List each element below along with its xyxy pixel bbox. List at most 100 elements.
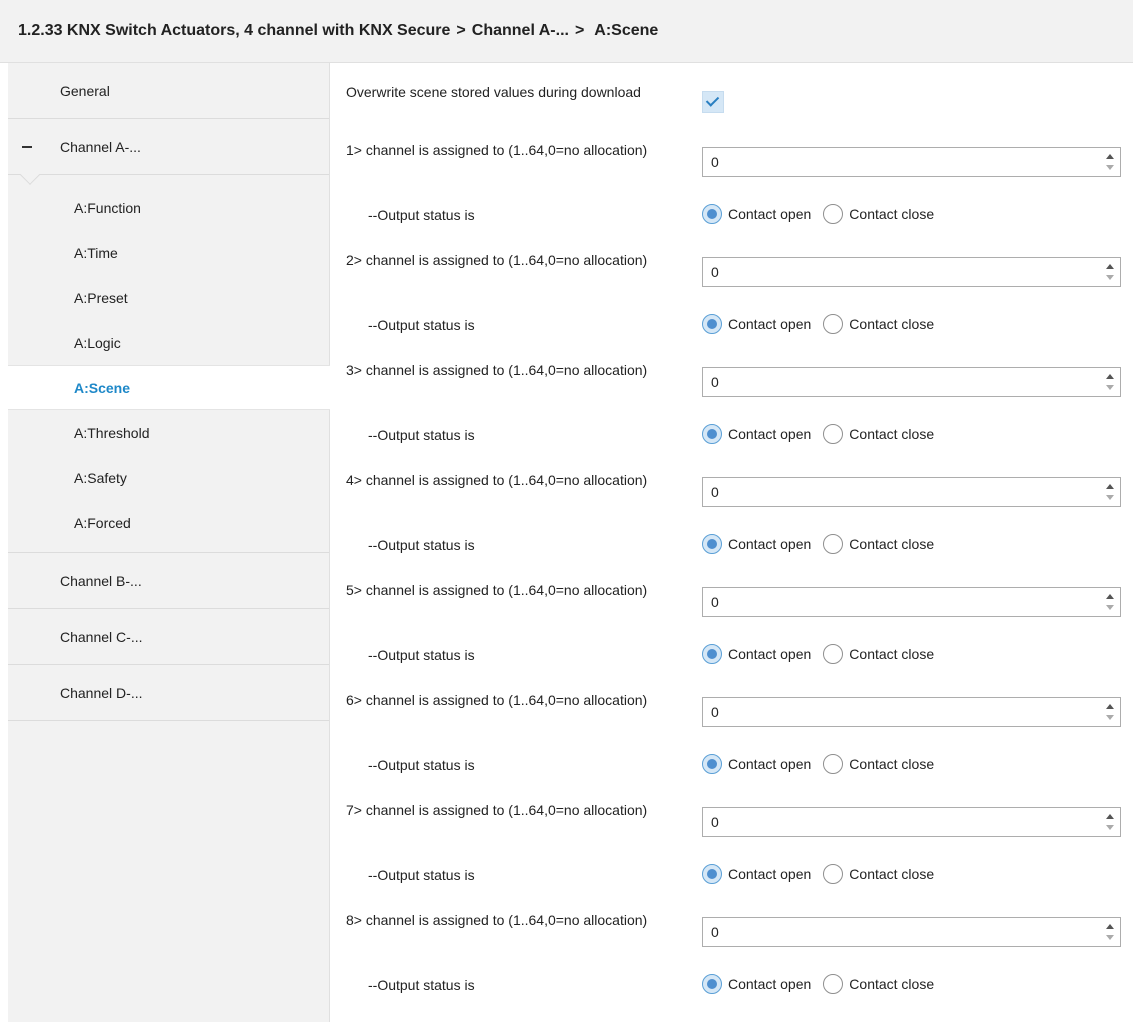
radio-button-icon[interactable] xyxy=(702,314,722,334)
scene-number-spinbox[interactable] xyxy=(702,917,1121,947)
radio-option-contact-close[interactable]: Contact close xyxy=(823,754,934,774)
overwrite-row: Overwrite scene stored values during dow… xyxy=(330,79,1133,127)
radio-option-contact-close[interactable]: Contact close xyxy=(823,424,934,444)
radio-button-icon[interactable] xyxy=(823,864,844,884)
radio-button-icon[interactable] xyxy=(823,204,844,224)
sidebar-item-general[interactable]: General xyxy=(8,63,329,119)
spin-up-icon[interactable] xyxy=(1106,814,1114,819)
sidebar-item-a-function[interactable]: A:Function xyxy=(8,185,329,230)
radio-button-icon[interactable] xyxy=(702,974,722,994)
output-status-radio-group: Contact open Contact close xyxy=(702,534,946,554)
sidebar-item-label: A:Function xyxy=(74,199,141,216)
scene-number-spinbox[interactable] xyxy=(702,147,1121,177)
radio-option-contact-open[interactable]: Contact open xyxy=(702,754,811,774)
sidebar-item-label: Channel B-... xyxy=(60,572,142,589)
radio-option-contact-close[interactable]: Contact close xyxy=(823,644,934,664)
radio-option-label: Contact close xyxy=(849,206,935,222)
sidebar-item-channel-a[interactable]: Channel A-... xyxy=(8,119,329,185)
overwrite-checkbox[interactable] xyxy=(702,91,724,113)
sidebar-item-label: A:Safety xyxy=(74,469,127,486)
sidebar-item-a-threshold[interactable]: A:Threshold xyxy=(8,410,329,455)
sidebar-item-channel-d[interactable]: Channel D-... xyxy=(8,665,329,721)
spin-down-icon[interactable] xyxy=(1106,495,1114,500)
scene-number-input[interactable] xyxy=(703,368,1098,396)
radio-option-contact-open[interactable]: Contact open xyxy=(702,644,811,664)
output-status-label: --Output status is xyxy=(368,977,475,993)
radio-button-icon[interactable] xyxy=(702,754,722,774)
radio-option-label: Contact close xyxy=(849,536,935,552)
radio-option-contact-open[interactable]: Contact open xyxy=(702,424,811,444)
radio-button-icon[interactable] xyxy=(823,974,844,994)
radio-button-icon[interactable] xyxy=(823,424,844,444)
scene-number-input[interactable] xyxy=(703,148,1098,176)
scene-number-input[interactable] xyxy=(703,918,1098,946)
collapse-icon[interactable] xyxy=(22,146,32,148)
scene-number-input[interactable] xyxy=(703,258,1098,286)
sidebar-item-label: A:Logic xyxy=(74,334,121,351)
radio-option-contact-open[interactable]: Contact open xyxy=(702,864,811,884)
scene-number-spinbox[interactable] xyxy=(702,367,1121,397)
spin-down-icon[interactable] xyxy=(1106,715,1114,720)
spin-down-icon[interactable] xyxy=(1106,165,1114,170)
radio-option-contact-open[interactable]: Contact open xyxy=(702,204,811,224)
radio-option-contact-close[interactable]: Contact close xyxy=(823,314,934,334)
output-status-row: --Output status is Contact open Contact cl… xyxy=(330,415,1133,455)
radio-option-contact-close[interactable]: Contact close xyxy=(823,974,934,994)
radio-option-contact-close[interactable]: Contact close xyxy=(823,204,934,224)
radio-button-icon[interactable] xyxy=(823,314,844,334)
radio-button-icon[interactable] xyxy=(823,754,844,774)
radio-option-label: Contact open xyxy=(728,536,812,552)
sidebar-item-a-logic[interactable]: A:Logic xyxy=(8,320,329,365)
output-status-row: --Output status is Contact open Contact cl… xyxy=(330,745,1133,785)
radio-button-icon[interactable] xyxy=(702,424,722,444)
scene-number-spinbox[interactable] xyxy=(702,587,1121,617)
scene-number-spinbox[interactable] xyxy=(702,807,1121,837)
spin-up-icon[interactable] xyxy=(1106,704,1114,709)
scene-number-input[interactable] xyxy=(703,808,1098,836)
spin-up-icon[interactable] xyxy=(1106,594,1114,599)
sidebar-item-a-scene[interactable]: A:Scene xyxy=(8,365,330,410)
radio-button-icon[interactable] xyxy=(702,644,722,664)
radio-option-contact-open[interactable]: Contact open xyxy=(702,974,811,994)
breadcrumb-separator: > xyxy=(456,22,466,39)
scene-number-spinbox[interactable] xyxy=(702,257,1121,287)
spin-down-icon[interactable] xyxy=(1106,385,1114,390)
radio-option-contact-close[interactable]: Contact close xyxy=(823,864,934,884)
spin-up-icon[interactable] xyxy=(1106,264,1114,269)
scene-number-spinbox[interactable] xyxy=(702,697,1121,727)
spin-down-icon[interactable] xyxy=(1106,935,1114,940)
spin-up-icon[interactable] xyxy=(1106,154,1114,159)
radio-option-label: Contact close xyxy=(849,756,935,772)
scene-number-input[interactable] xyxy=(703,588,1098,616)
scene-assignment-label: 3> channel is assigned to (1..64,0=no al… xyxy=(346,362,648,378)
sidebar: General Channel A-... A:Function A:Time … xyxy=(8,63,330,1022)
output-status-row: --Output status is Contact open Contact cl… xyxy=(330,965,1133,1005)
sidebar-item-a-safety[interactable]: A:Safety xyxy=(8,455,329,500)
radio-button-icon[interactable] xyxy=(702,204,722,224)
spin-up-icon[interactable] xyxy=(1106,374,1114,379)
radio-option-contact-close[interactable]: Contact close xyxy=(823,534,934,554)
spin-down-icon[interactable] xyxy=(1106,605,1114,610)
sidebar-item-a-time[interactable]: A:Time xyxy=(8,230,329,275)
radio-option-contact-open[interactable]: Contact open xyxy=(702,534,811,554)
sidebar-item-a-preset[interactable]: A:Preset xyxy=(8,275,329,320)
scene-number-spinbox[interactable] xyxy=(702,477,1121,507)
scene-number-input[interactable] xyxy=(703,698,1098,726)
radio-button-icon[interactable] xyxy=(702,864,722,884)
output-status-label: --Output status is xyxy=(368,647,475,663)
breadcrumb-channel[interactable]: Channel A-... xyxy=(472,22,569,40)
radio-option-contact-open[interactable]: Contact open xyxy=(702,314,811,334)
spin-up-icon[interactable] xyxy=(1106,484,1114,489)
radio-button-icon[interactable] xyxy=(823,644,844,664)
checkmark-icon xyxy=(705,93,720,107)
sidebar-item-channel-b[interactable]: Channel B-... xyxy=(8,553,329,609)
spin-up-icon[interactable] xyxy=(1106,924,1114,929)
scene-number-input[interactable] xyxy=(703,478,1098,506)
sidebar-item-channel-c[interactable]: Channel C-... xyxy=(8,609,329,665)
sidebar-item-a-forced[interactable]: A:Forced xyxy=(8,500,329,545)
radio-button-icon[interactable] xyxy=(702,534,722,554)
radio-button-icon[interactable] xyxy=(823,534,844,554)
spin-down-icon[interactable] xyxy=(1106,275,1114,280)
spin-down-icon[interactable] xyxy=(1106,825,1114,830)
output-status-row: --Output status is Contact open Contact cl… xyxy=(330,855,1133,895)
